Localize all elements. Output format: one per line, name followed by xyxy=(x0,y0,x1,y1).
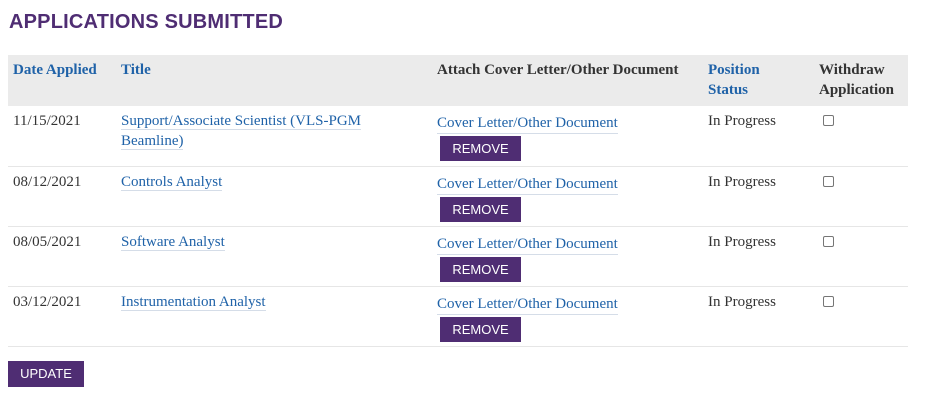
date-cell: 08/05/2021 xyxy=(8,226,116,287)
title-cell: Controls Analyst xyxy=(116,166,432,227)
table-row: 03/12/2021 Instrumentation Analyst Cover… xyxy=(8,286,908,347)
withdraw-checkbox[interactable] xyxy=(823,175,834,187)
status-cell: In Progress xyxy=(703,286,814,347)
status-cell: In Progress xyxy=(703,106,814,167)
withdraw-checkbox[interactable] xyxy=(823,235,834,247)
remove-button[interactable]: REMOVE xyxy=(440,316,521,342)
column-header-date-applied[interactable]: Date Applied xyxy=(8,55,116,106)
cover-letter-link[interactable]: Cover Letter/Other Document xyxy=(437,235,618,255)
position-status-line1: Position xyxy=(708,62,760,78)
table-row: 11/15/2021 Support/Associate Scientist (… xyxy=(8,106,908,167)
title-cell: Instrumentation Analyst xyxy=(116,286,432,347)
withdraw-cell xyxy=(814,166,908,227)
attach-cell: Cover Letter/Other Document REMOVE xyxy=(432,226,703,287)
status-cell: In Progress xyxy=(703,226,814,287)
status-cell: In Progress xyxy=(703,166,814,227)
table-row: 08/05/2021 Software Analyst Cover Letter… xyxy=(8,226,908,287)
date-cell: 11/15/2021 xyxy=(8,106,116,167)
column-header-withdraw: Withdraw Application xyxy=(814,55,908,106)
withdraw-cell xyxy=(814,286,908,347)
remove-button[interactable]: REMOVE xyxy=(440,196,521,222)
applications-table: Date Applied Title Attach Cover Letter/O… xyxy=(8,55,908,347)
cover-letter-link[interactable]: Cover Letter/Other Document xyxy=(437,114,618,134)
withdraw-checkbox[interactable] xyxy=(823,115,834,126)
attach-cell: Cover Letter/Other Document REMOVE xyxy=(432,286,703,347)
date-cell: 03/12/2021 xyxy=(8,286,116,347)
withdraw-line1: Withdraw xyxy=(819,62,885,78)
position-status-line2: Status xyxy=(708,82,749,98)
title-cell: Support/Associate Scientist (VLS-PGM Bea… xyxy=(116,106,432,167)
withdraw-cell xyxy=(814,106,908,167)
table-row: 08/12/2021 Controls Analyst Cover Letter… xyxy=(8,166,908,227)
attach-cell: Cover Letter/Other Document REMOVE xyxy=(432,106,703,167)
update-button[interactable]: UPDATE xyxy=(8,361,84,387)
column-header-position-status[interactable]: Position Status xyxy=(703,55,814,106)
page-title: APPLICATIONS SUBMITTED xyxy=(9,11,284,33)
withdraw-checkbox[interactable] xyxy=(823,295,834,307)
job-title-link[interactable]: Support/Associate Scientist (VLS-PGM Bea… xyxy=(121,113,361,150)
attach-cell: Cover Letter/Other Document REMOVE xyxy=(432,166,703,227)
cover-letter-link[interactable]: Cover Letter/Other Document xyxy=(437,175,618,195)
cover-letter-link[interactable]: Cover Letter/Other Document xyxy=(437,295,618,315)
remove-button[interactable]: REMOVE xyxy=(440,256,521,282)
date-cell: 08/12/2021 xyxy=(8,166,116,227)
table-header-row: Date Applied Title Attach Cover Letter/O… xyxy=(8,55,908,106)
column-header-attach: Attach Cover Letter/Other Document xyxy=(437,62,679,78)
job-title-link[interactable]: Software Analyst xyxy=(121,233,225,251)
title-cell: Software Analyst xyxy=(116,226,432,287)
job-title-link[interactable]: Controls Analyst xyxy=(121,173,223,191)
column-header-title[interactable]: Title xyxy=(116,55,432,106)
withdraw-line2: Application xyxy=(819,82,895,98)
job-title-link[interactable]: Instrumentation Analyst xyxy=(121,293,266,311)
withdraw-cell xyxy=(814,226,908,287)
remove-button[interactable]: REMOVE xyxy=(440,136,521,161)
